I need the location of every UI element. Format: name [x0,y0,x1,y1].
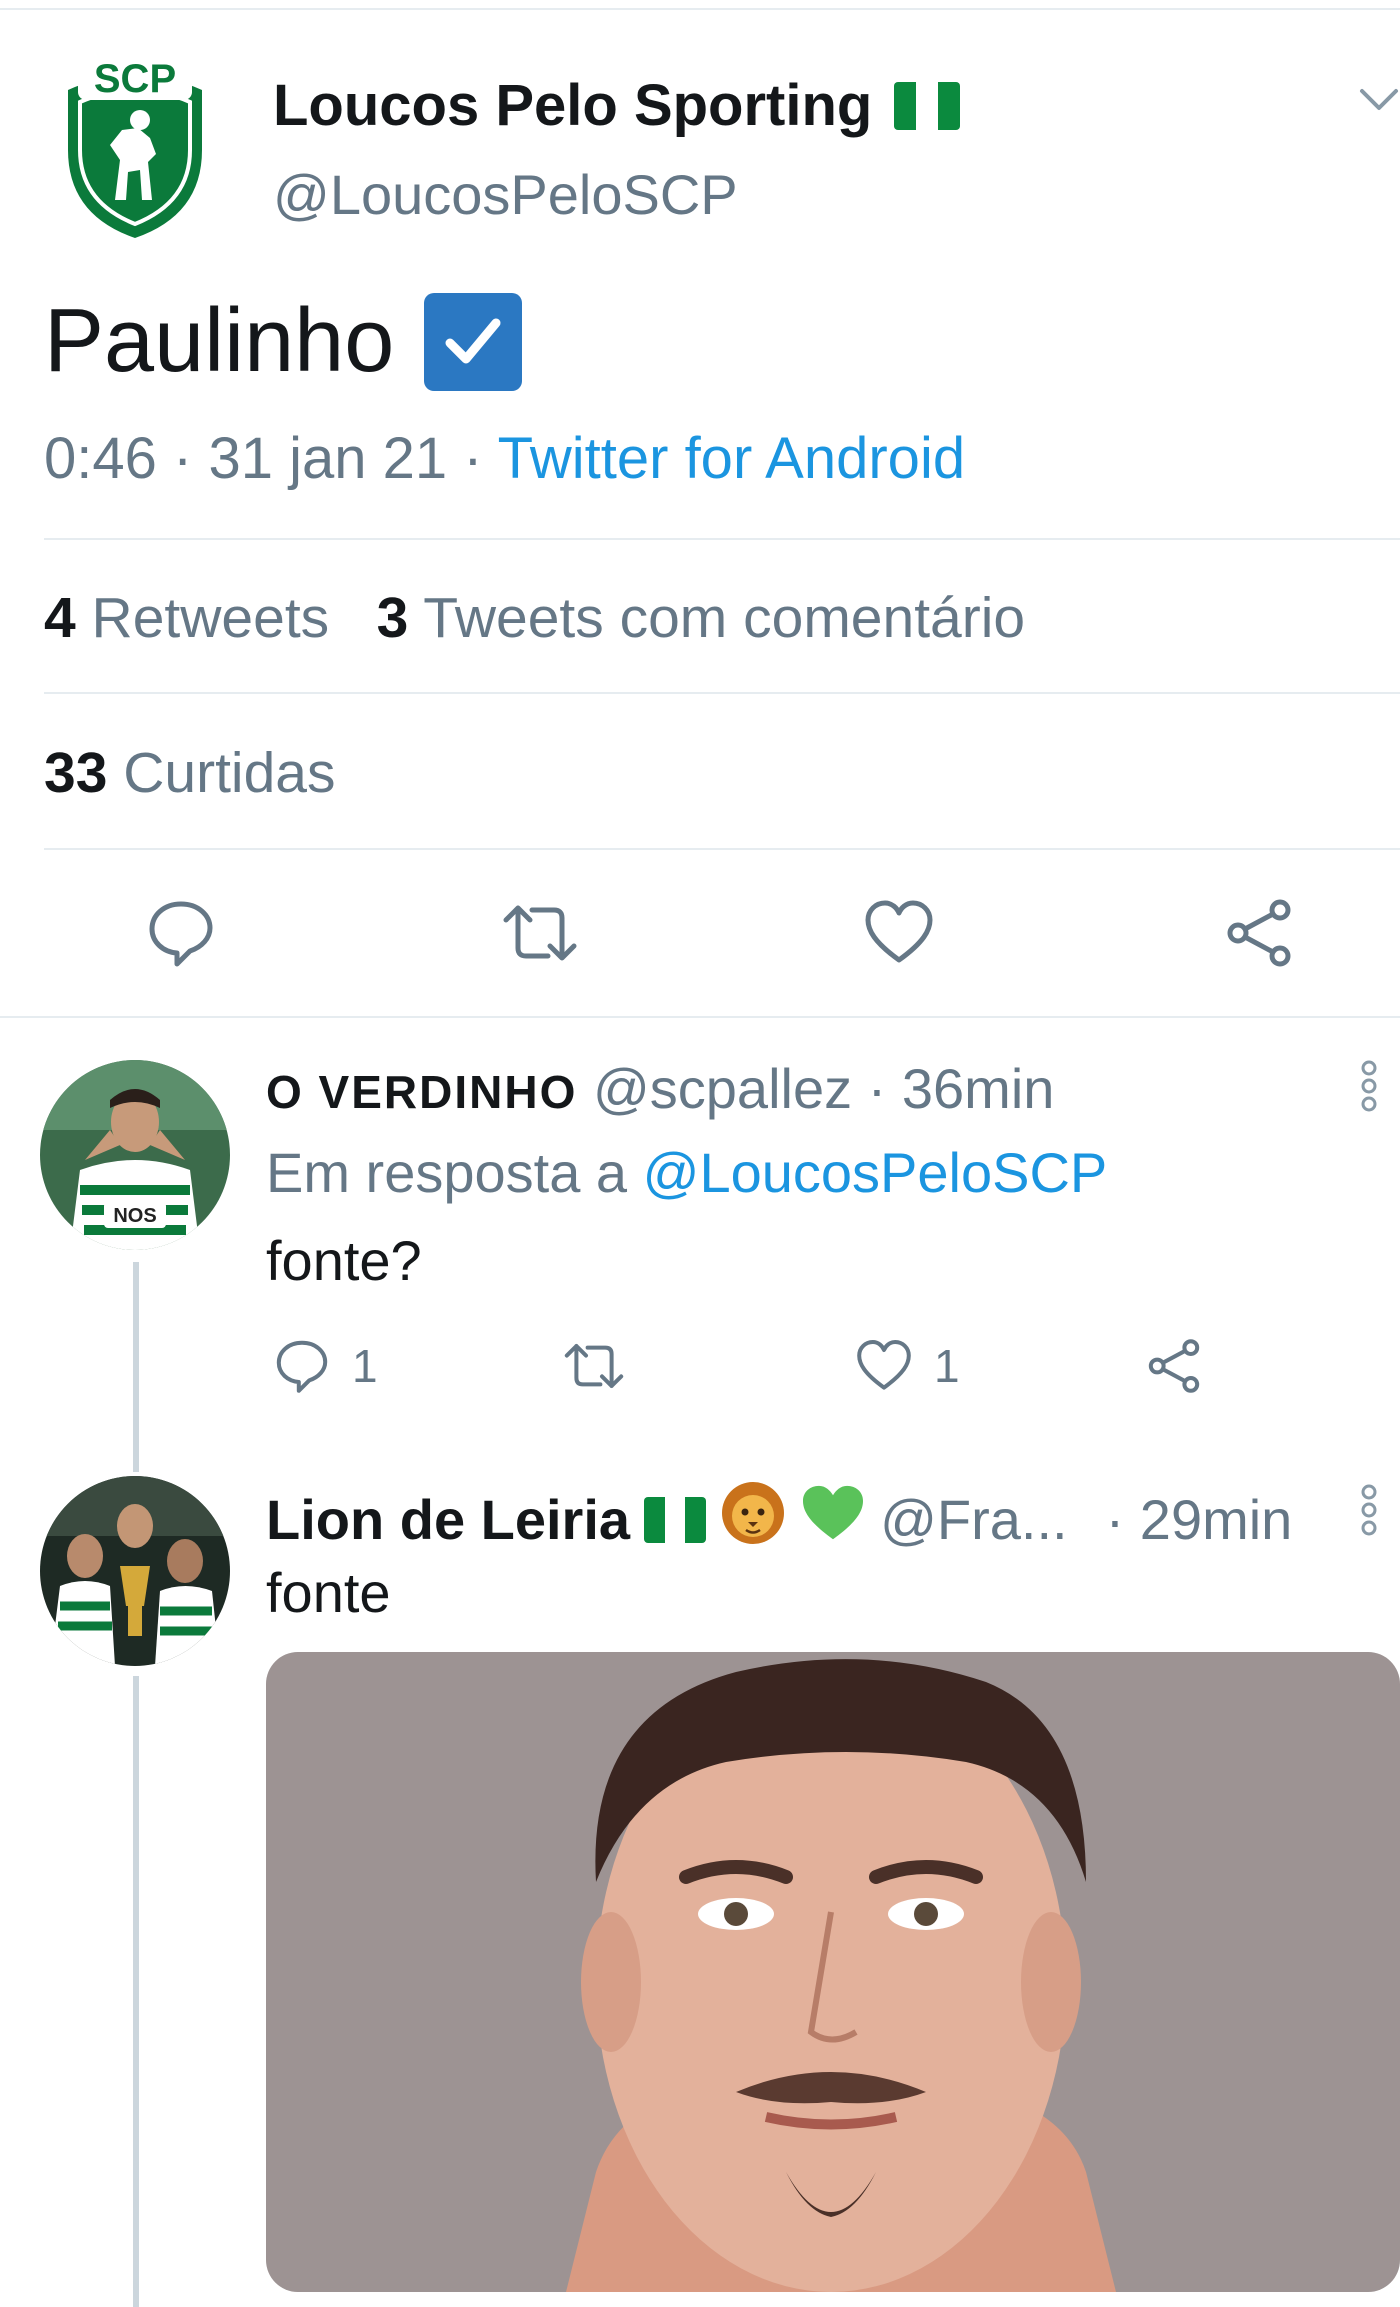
author-name[interactable]: Loucos Pelo Sporting [273,72,961,139]
reply-text: fonte? [266,1229,422,1292]
thread-connector [133,1262,139,1472]
reply-header: O VERDINHO @scpallez · 36min [266,1056,1054,1121]
share-icon[interactable] [1224,898,1294,973]
reply-time: · 36min [867,1057,1055,1120]
avatar[interactable] [40,1476,230,1666]
meta-separator: · [463,426,483,491]
reply-count: 1 [352,1340,378,1392]
reply-icon[interactable] [146,898,216,973]
reply-context: Em resposta a @LoucosPeloSCP [266,1140,1107,1205]
author-handle[interactable]: @LoucosPeloSCP [273,162,738,227]
tweet-meta: 0:46 · 31 jan 21 · Twitter for Android [44,425,965,492]
tweet-text: Paulinho [44,290,523,393]
share-button[interactable] [1146,1338,1202,1394]
retweet-icon[interactable] [500,898,580,973]
reply-author-handle[interactable]: @scpallez [593,1057,852,1120]
top-divider [0,8,1400,10]
divider [44,538,1400,540]
reply-icon [276,1340,328,1393]
reply-to-label: Em resposta a [266,1141,628,1204]
retweets-count: 4 [44,586,76,650]
green-white-flag-icon [644,1496,707,1543]
heart-icon[interactable] [864,898,934,973]
green-heart-icon [800,1483,866,1556]
more-options-icon[interactable] [1360,1484,1378,1541]
retweets-label: Retweets [91,586,330,650]
more-options-icon[interactable] [1360,1060,1378,1117]
quotes-label: Tweets com comentário [423,586,1026,650]
divider [44,692,1400,694]
retweet-button[interactable] [562,1338,626,1394]
like-button[interactable]: 1 [856,1338,960,1394]
tweet-time: 0:46 [44,426,157,491]
reply-to-mention-link[interactable]: @LoucosPeloSCP [643,1141,1108,1204]
check-box-icon [424,292,523,391]
like-count: 1 [934,1340,960,1392]
green-white-flag-icon [894,81,961,130]
reply-button[interactable]: 1 [274,1338,378,1394]
svg-text:SCP: SCP [94,57,176,101]
thread-connector [133,1676,139,2307]
reply-time: · 29min [1105,1488,1293,1551]
quotes-count: 3 [376,586,409,650]
lion-face-icon [720,1480,786,1559]
tweet-source-link[interactable]: Twitter for Android [498,426,965,491]
tweet-text-content: Paulinho [44,291,395,391]
reply-text: fonte [266,1561,391,1624]
likes-label: Curtidas [123,741,336,805]
reply-author-handle[interactable]: @Fra... [880,1487,1068,1552]
heart-icon [857,1340,911,1390]
meta-separator: · [173,426,193,491]
attached-photo[interactable] [266,1652,1400,2292]
reply-header: Lion de Leiria @Fra... · 29min [266,1480,1292,1559]
likes-stats[interactable]: 33 Curtidas [44,740,336,806]
divider [0,1016,1400,1018]
tweet-date: 31 jan 21 [208,426,448,491]
share-icon [1148,1339,1200,1393]
retweet-icon [564,1344,624,1388]
likes-count: 33 [44,741,108,805]
divider [44,848,1400,850]
reply-author-name[interactable]: Lion de Leiria [266,1487,630,1552]
chevron-down-icon[interactable] [1358,85,1400,115]
svg-text:NOS: NOS [113,1205,156,1227]
sporting-crest-avatar[interactable]: SCP [60,50,210,240]
avatar[interactable]: NOS [40,1060,230,1250]
retweet-stats[interactable]: 4 Retweets 3 Tweets com comentário [44,585,1025,651]
reply-author-name[interactable]: O VERDINHO [266,1066,577,1118]
author-display-name[interactable]: Loucos Pelo Sporting [273,72,872,139]
